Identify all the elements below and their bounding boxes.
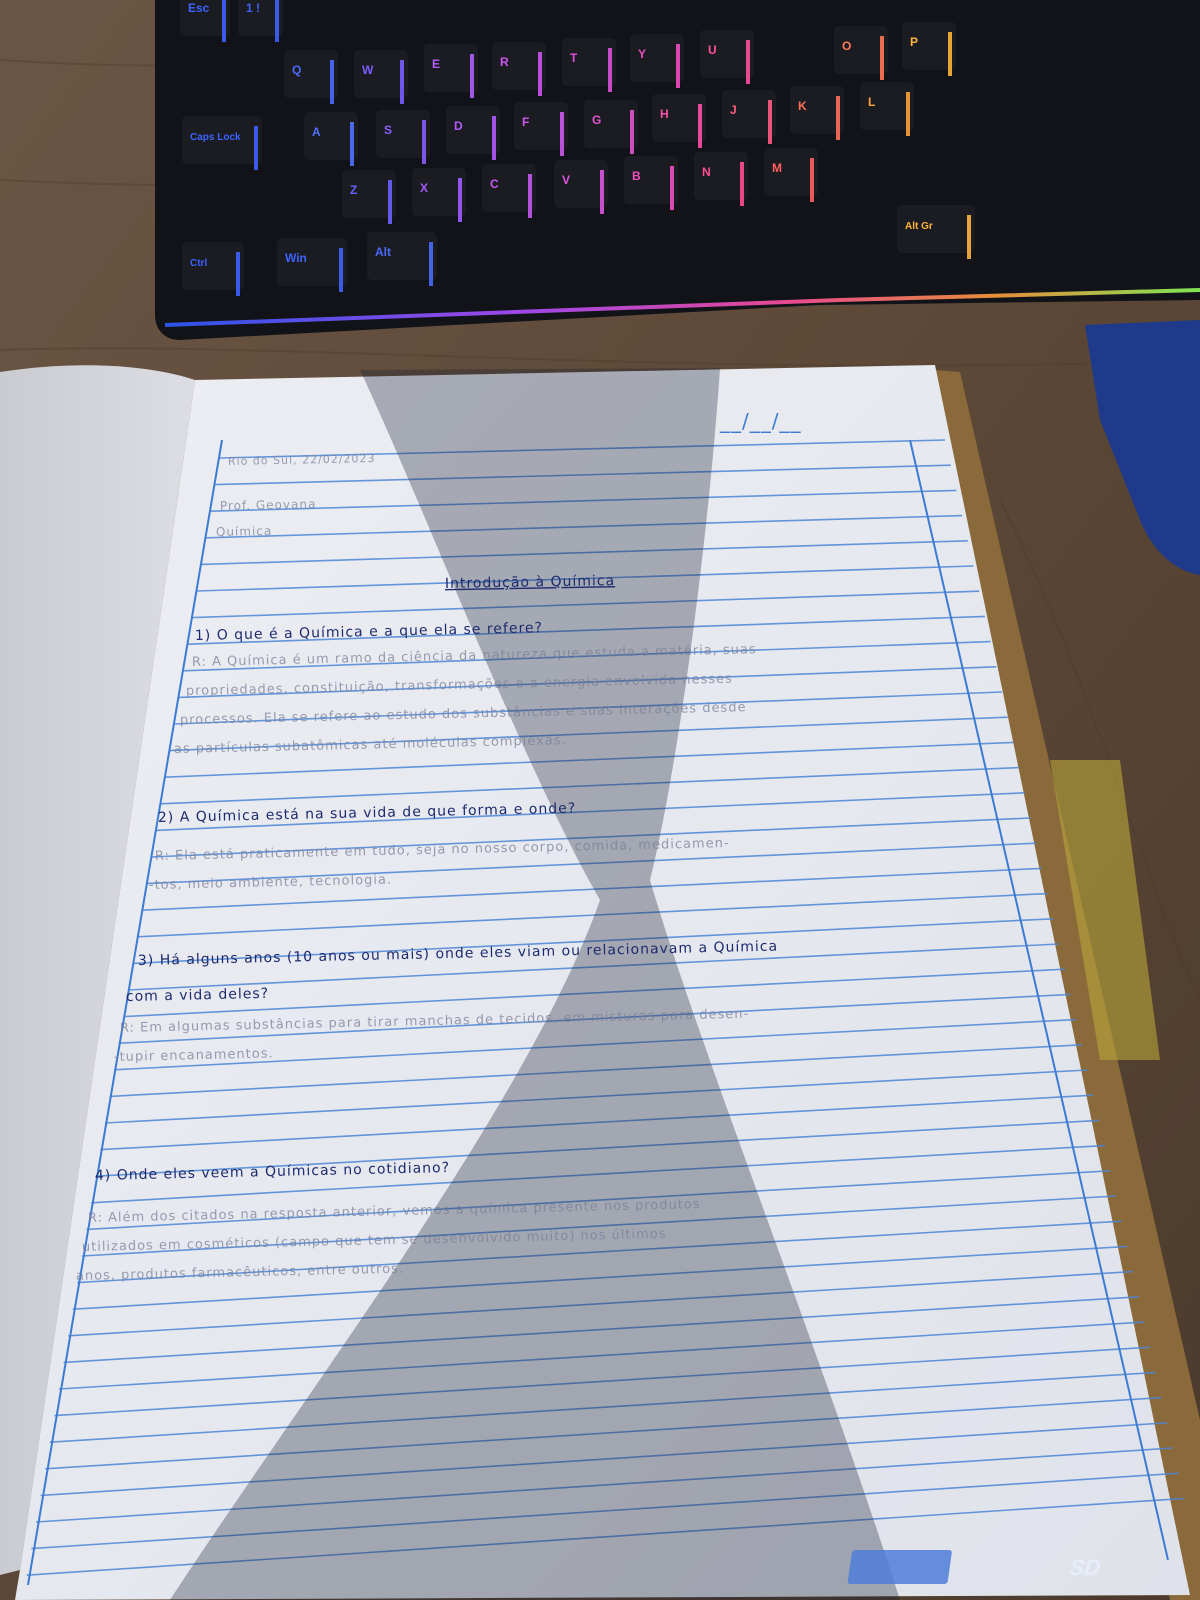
key-backlight <box>740 162 744 206</box>
key-label: G <box>592 113 601 127</box>
key-backlight <box>538 52 542 96</box>
key-backlight <box>608 48 612 92</box>
question-text: com a vida deles? <box>126 986 270 1005</box>
key-backlight <box>600 170 604 214</box>
key-label: A <box>312 125 321 139</box>
key-label: Alt <box>375 245 391 259</box>
key-label: R <box>500 55 509 69</box>
key-backlight <box>458 178 462 222</box>
key-label: Z <box>350 183 357 197</box>
key-backlight <box>236 252 240 296</box>
key-backlight <box>836 96 840 140</box>
key-backlight <box>388 180 392 224</box>
key-backlight <box>492 116 496 160</box>
key-backlight <box>630 110 634 154</box>
key-backlight <box>429 242 433 286</box>
key-label: Alt Gr <box>905 221 933 232</box>
key-label: C <box>490 177 499 191</box>
key-backlight <box>698 104 702 148</box>
header-teacher: Prof. Geovana <box>220 497 317 513</box>
key-backlight <box>560 112 564 156</box>
key-backlight <box>810 158 814 202</box>
key-label: W <box>362 63 374 77</box>
key-label: Esc <box>188 1 210 15</box>
key-backlight <box>880 36 884 80</box>
key-backlight <box>350 122 354 166</box>
key-label: U <box>708 43 717 57</box>
key-label: Q <box>292 63 301 77</box>
key-label: 1 ! <box>246 1 260 15</box>
key-backlight <box>670 166 674 210</box>
key-backlight <box>676 44 680 88</box>
key-label: H <box>660 107 669 121</box>
key-backlight <box>768 100 772 144</box>
key-backlight <box>400 60 404 104</box>
key-backlight <box>470 54 474 98</box>
notebook-title: Introdução à Química <box>445 573 615 592</box>
key-label: L <box>868 95 875 109</box>
key-label: E <box>432 57 440 71</box>
photo-scene: Esc 1 !Q W E R T Y U O PA S D F G H J K LZ X C V B N MCaps Lock… <box>0 0 1200 1600</box>
key-label: S <box>384 123 392 137</box>
key-backlight <box>746 40 750 84</box>
key-label: P <box>910 35 918 49</box>
key-backlight <box>906 92 910 136</box>
key-label: X <box>420 181 428 195</box>
key-label: Win <box>285 251 307 265</box>
header-subject: Química <box>216 524 273 539</box>
key-label: N <box>702 165 711 179</box>
key-backlight <box>254 126 258 170</box>
key-label: D <box>454 119 463 133</box>
key-label: Caps Lock <box>190 132 241 143</box>
brand-label: SD <box>1068 1555 1102 1580</box>
key-backlight <box>275 0 279 42</box>
key-backlight <box>330 60 334 104</box>
key-backlight <box>222 0 226 42</box>
key-label: T <box>570 51 578 65</box>
key-backlight <box>339 248 343 292</box>
key-backlight <box>948 32 952 76</box>
key-label: Y <box>638 47 646 61</box>
key-label: V <box>562 173 570 187</box>
key-label: F <box>522 115 529 129</box>
key-label: O <box>842 39 851 53</box>
key-label: K <box>798 99 807 113</box>
key-label: Ctrl <box>190 258 207 269</box>
keyboard: Esc 1 ! Q W E R T Y U O P A S D F G H J K L Z X C V B N M Caps Lock… <box>155 0 1200 340</box>
key-backlight <box>528 174 532 218</box>
key-backlight <box>422 120 426 164</box>
date-placeholder: __/__/__ <box>719 409 801 433</box>
key-label: B <box>632 169 641 183</box>
key-backlight <box>967 215 971 259</box>
key-label: M <box>772 161 782 175</box>
key-label: J <box>730 103 737 117</box>
